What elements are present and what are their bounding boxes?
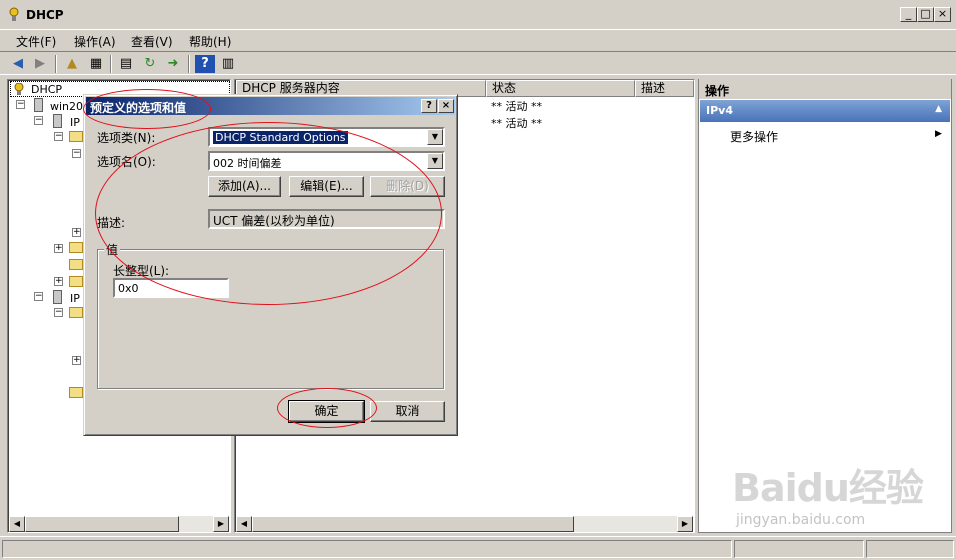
long-integer-label: 长整型(L): [113, 264, 170, 278]
folder-icon [69, 242, 83, 253]
toolbar-separator [55, 55, 57, 73]
export-icon[interactable]: ➜ [163, 55, 183, 73]
dialog-help-button[interactable]: ? [421, 99, 437, 113]
value-group-title: 值 [104, 241, 121, 258]
option-name-select[interactable]: 002 时间偏差 ▼ [208, 151, 445, 171]
forward-arrow-icon[interactable]: ▶ [30, 55, 50, 73]
column-header-description[interactable]: 描述 [635, 80, 694, 97]
scroll-thumb[interactable] [25, 516, 179, 532]
options-folder-icon [69, 259, 83, 270]
collapse-up-icon[interactable]: ▲ [935, 104, 942, 114]
options-folder-icon [69, 387, 83, 398]
extra-pane-icon[interactable]: ▥ [218, 55, 238, 73]
properties-icon[interactable]: ▤ [116, 55, 136, 73]
long-integer-input[interactable]: 0x0 [113, 278, 229, 298]
list-item-status[interactable]: ** 活动 ** [491, 115, 542, 131]
collapse-icon[interactable]: − [54, 308, 63, 317]
list-item-status[interactable]: ** 活动 ** [491, 98, 542, 114]
back-arrow-icon[interactable]: ◀ [8, 55, 28, 73]
maximize-button[interactable]: □ [917, 7, 934, 22]
collapse-icon[interactable]: − [34, 116, 43, 125]
scroll-thumb[interactable] [252, 516, 574, 532]
expand-icon[interactable]: + [54, 277, 63, 286]
option-class-label: 选项类(N): [97, 131, 156, 145]
scroll-right-icon[interactable]: ▶ [677, 516, 693, 532]
up-folder-icon[interactable]: ▲ [62, 55, 82, 73]
minimize-button[interactable]: _ [900, 7, 917, 22]
scroll-right-icon[interactable]: ▶ [213, 516, 229, 532]
predefined-options-dialog: 预定义的选项和值 ? × 选项类(N): DHCP Standard Optio… [83, 94, 458, 436]
expand-icon[interactable]: + [72, 356, 81, 365]
menu-help[interactable]: 帮助(H) [183, 32, 237, 51]
ipv6-node-icon [53, 290, 62, 304]
tree-root-label: DHCP [31, 83, 63, 96]
watermark-url: jingyan.baidu.com [736, 512, 866, 528]
actions-section-ipv4[interactable]: IPv4 ▲ [700, 100, 950, 122]
description-field: UCT 偏差(以秒为单位) [208, 209, 445, 229]
collapse-icon[interactable]: − [16, 100, 25, 109]
edit-button[interactable]: 编辑(E)... [289, 176, 364, 197]
actions-header: 操作 [699, 79, 951, 99]
actions-section-label: IPv4 [706, 104, 733, 117]
chevron-down-icon[interactable]: ▼ [427, 129, 443, 145]
filter-folder-icon [69, 276, 83, 287]
delete-button[interactable]: 删除(D) [370, 176, 445, 197]
description-label: 描述: [97, 216, 126, 230]
toolbar: ◀ ▶ ▲ ▦ ▤ ↻ ➜ ? ▥ [0, 51, 956, 75]
help-icon[interactable]: ? [195, 55, 215, 73]
collapse-icon[interactable]: − [72, 149, 81, 158]
status-cell-mid [734, 540, 864, 558]
more-actions-arrow-icon[interactable]: ▶ [935, 129, 942, 139]
status-bar [0, 536, 956, 559]
ok-button[interactable]: 确定 [288, 400, 365, 423]
watermark-logo: Baidu经验 [732, 466, 924, 510]
menu-view[interactable]: 查看(V) [125, 32, 179, 51]
main-titlebar[interactable]: DHCP _ □ × [0, 0, 956, 30]
tree-hscrollbar[interactable]: ◀ ▶ [9, 516, 229, 532]
refresh-icon[interactable]: ↻ [140, 55, 160, 73]
more-actions-link[interactable]: 更多操作 [730, 128, 778, 145]
close-window-button[interactable]: × [934, 7, 951, 22]
dhcp-app-icon [7, 7, 21, 21]
cancel-button[interactable]: 取消 [370, 401, 445, 422]
collapse-icon[interactable]: − [54, 132, 63, 141]
status-cell-right [866, 540, 954, 558]
server-icon [34, 98, 43, 112]
option-class-value: DHCP Standard Options [213, 131, 348, 144]
ipv4-node-icon [53, 114, 62, 128]
folder-icon [69, 131, 83, 142]
dhcp-root-icon [13, 82, 25, 95]
add-button[interactable]: 添加(A)... [208, 176, 281, 197]
dialog-title: 预定义的选项和值 [90, 101, 187, 115]
chevron-down-icon[interactable]: ▼ [427, 153, 443, 169]
menu-action[interactable]: 操作(A) [68, 32, 122, 51]
scroll-left-icon[interactable]: ◀ [9, 516, 25, 532]
window-title: DHCP [26, 8, 64, 22]
expand-icon[interactable]: + [54, 244, 63, 253]
option-name-value: 002 时间偏差 [213, 157, 282, 170]
option-class-select[interactable]: DHCP Standard Options ▼ [208, 127, 445, 147]
column-header-status[interactable]: 状态 [486, 80, 635, 97]
tree-item-ipv4[interactable]: IP [70, 116, 80, 129]
toolbar-separator [110, 55, 112, 73]
scroll-left-icon[interactable]: ◀ [236, 516, 252, 532]
toolbar-separator [188, 55, 190, 73]
dialog-titlebar[interactable]: 预定义的选项和值 ? × [86, 97, 455, 115]
expand-icon[interactable]: + [72, 228, 81, 237]
list-hscrollbar[interactable]: ◀ ▶ [236, 516, 693, 532]
folder-icon [69, 307, 83, 318]
tree-item-ipv6[interactable]: IP [70, 292, 80, 305]
menu-file[interactable]: 文件(F) [10, 32, 62, 51]
status-cell-main [2, 540, 732, 558]
collapse-icon[interactable]: − [34, 292, 43, 301]
show-hide-tree-icon[interactable]: ▦ [86, 55, 106, 73]
dialog-close-button[interactable]: × [438, 99, 454, 113]
option-name-label: 选项名(O): [97, 155, 156, 169]
menu-bar: 文件(F) 操作(A) 查看(V) 帮助(H) [0, 30, 956, 50]
